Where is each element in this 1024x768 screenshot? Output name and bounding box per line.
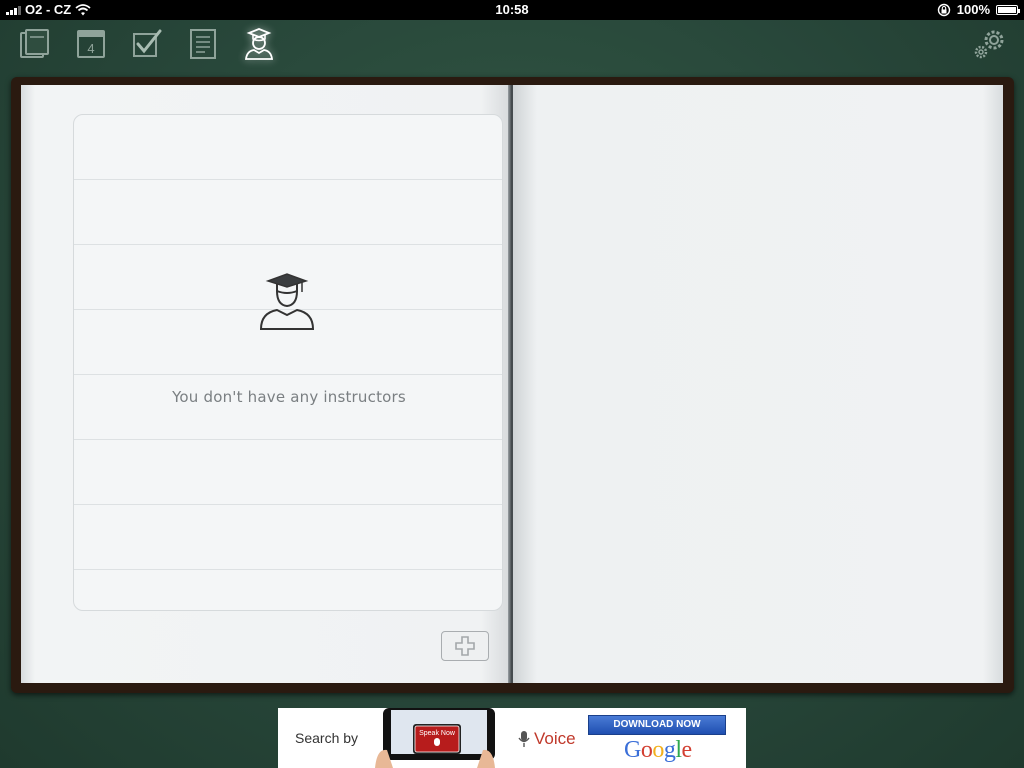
empty-state-message: You don't have any instructors bbox=[172, 388, 406, 406]
ad-voice-text: Voice bbox=[534, 729, 576, 748]
ad-voice-label: Voice bbox=[518, 729, 576, 749]
settings-button[interactable] bbox=[968, 22, 1012, 66]
clock: 10:58 bbox=[495, 2, 529, 17]
google-logo: Google bbox=[624, 737, 692, 763]
notes-button[interactable] bbox=[183, 24, 223, 64]
notebook: You don't have any instructors bbox=[11, 77, 1014, 693]
ad-search-by-text: Search by bbox=[295, 730, 359, 746]
orientation-lock-icon bbox=[937, 3, 950, 16]
right-page bbox=[513, 85, 1003, 683]
list-divider bbox=[74, 569, 502, 570]
microphone-icon bbox=[518, 731, 530, 747]
tasks-checkbox-icon bbox=[133, 29, 162, 57]
add-instructor-button[interactable] bbox=[441, 631, 489, 661]
calendar-icon: 4 bbox=[77, 30, 105, 58]
ad-phone-image: Speak Now bbox=[375, 708, 495, 768]
instructors-button[interactable] bbox=[239, 24, 279, 64]
status-bar: O2 - CZ 10:58 100% bbox=[0, 0, 1024, 20]
battery-percent: 100% bbox=[956, 2, 990, 17]
left-page: You don't have any instructors bbox=[21, 85, 511, 683]
ad-download-button[interactable]: DOWNLOAD NOW bbox=[588, 715, 726, 735]
ad-speak-now: Speak Now bbox=[419, 730, 456, 737]
plus-icon bbox=[455, 636, 475, 656]
list-divider bbox=[74, 374, 502, 375]
gears-icon bbox=[974, 30, 1004, 59]
calendar-day: 4 bbox=[87, 41, 94, 56]
ad-banner[interactable]: Search by Speak Now Voice DOWNLOAD NOW G… bbox=[278, 708, 746, 768]
list-divider bbox=[74, 439, 502, 440]
list-divider bbox=[74, 179, 502, 180]
list-divider bbox=[74, 244, 502, 245]
instructor-icon bbox=[244, 28, 274, 60]
notebooks-icon bbox=[20, 29, 49, 58]
graduate-icon bbox=[259, 273, 315, 330]
battery-icon bbox=[996, 4, 1020, 15]
calendar-button[interactable]: 4 bbox=[71, 24, 111, 64]
list-divider bbox=[74, 504, 502, 505]
instructors-list: You don't have any instructors bbox=[73, 114, 503, 611]
toolbar: 4 bbox=[0, 20, 1024, 76]
notebooks-button[interactable] bbox=[15, 24, 55, 64]
tasks-button[interactable] bbox=[127, 24, 167, 64]
notes-icon bbox=[190, 29, 216, 59]
